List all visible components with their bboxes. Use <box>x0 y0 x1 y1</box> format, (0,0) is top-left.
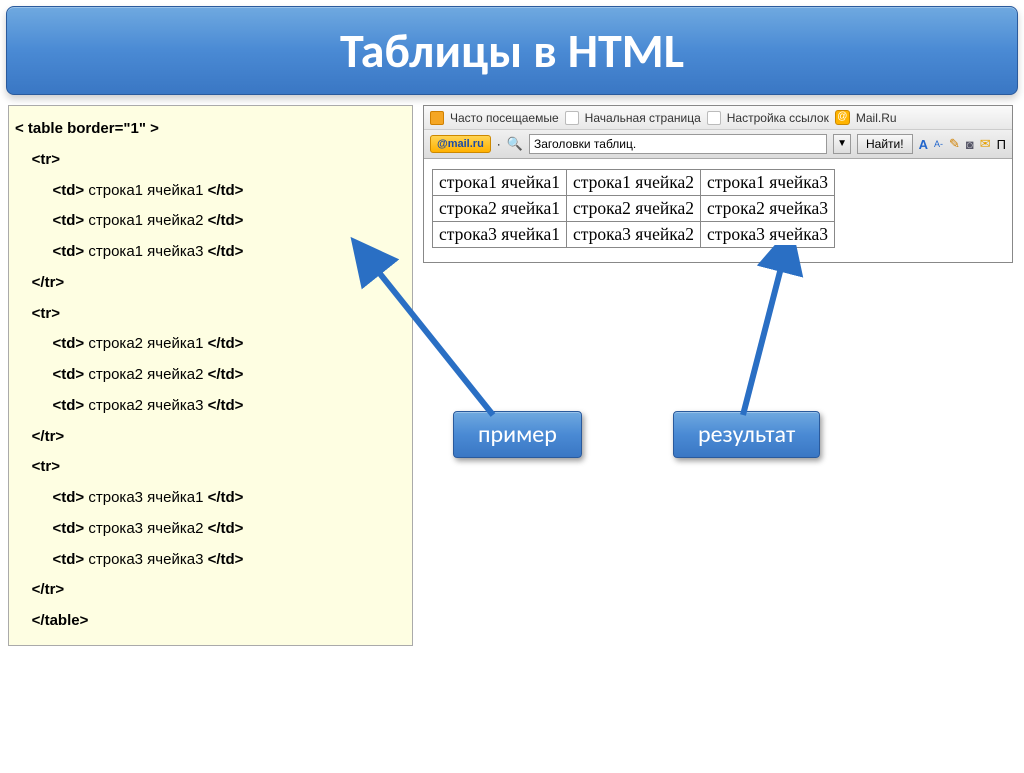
result-output: строка1 ячейка1 строка1 ячейка2 строка1 … <box>424 159 1012 262</box>
code-text: строка2 ячейка3 <box>88 397 203 414</box>
find-button[interactable]: Найти! <box>857 134 913 154</box>
content-area: < table border="1" > <tr> <td> строка1 я… <box>0 105 1024 646</box>
toolbar-text: П <box>997 137 1006 152</box>
code-text: </td> <box>208 489 244 506</box>
table-cell: строка2 ячейка2 <box>567 196 701 222</box>
table-cell: строка3 ячейка1 <box>433 222 567 248</box>
code-example-panel: < table border="1" > <tr> <td> строка1 я… <box>8 105 413 646</box>
code-text: строка3 ячейка3 <box>88 551 203 568</box>
browser-search-toolbar: @mail.ru · 🔍 ▼ Найти! A A- ✎ ◙ ✉ П <box>424 130 1012 159</box>
arrow-icon <box>703 245 823 435</box>
table-cell: строка1 ячейка2 <box>567 170 701 196</box>
text-size-minus-icon: A- <box>934 139 943 149</box>
code-text: </td> <box>208 520 244 537</box>
search-icon[interactable]: 🔍 <box>507 136 523 152</box>
code-text: <tr> <box>32 305 60 322</box>
code-text: </tr> <box>32 428 65 445</box>
code-text: <td> <box>53 182 85 199</box>
toolbar-link[interactable]: Начальная страница <box>585 111 701 125</box>
code-text: </table> <box>32 612 89 629</box>
code-text: строка1 ячейка2 <box>88 212 203 229</box>
code-text: </td> <box>208 182 244 199</box>
code-text: <td> <box>53 520 85 537</box>
table-row: строка3 ячейка1 строка3 ячейка2 строка3 … <box>433 222 835 248</box>
code-text: строка3 ячейка1 <box>88 489 203 506</box>
mailru-badge[interactable]: @mail.ru <box>430 135 491 153</box>
code-text: </td> <box>208 551 244 568</box>
table-row: строка2 ячейка1 строка2 ячейка2 строка2 … <box>433 196 835 222</box>
table-cell: строка3 ячейка3 <box>701 222 835 248</box>
table-cell: строка2 ячейка1 <box>433 196 567 222</box>
code-text: строка1 ячейка3 <box>88 243 203 260</box>
pencil-icon[interactable]: ✎ <box>949 136 960 152</box>
bookmark-icon[interactable] <box>707 111 721 125</box>
code-text: <tr> <box>32 458 60 475</box>
result-label: результат <box>673 411 820 458</box>
code-text: </td> <box>208 212 244 229</box>
toolbar-link[interactable]: Настройка ссылок <box>727 111 829 125</box>
toolbar-link[interactable]: Mail.Ru <box>856 111 897 125</box>
code-text: </td> <box>208 243 244 260</box>
slide-title: Таблицы в HTML <box>6 6 1018 95</box>
search-input[interactable] <box>529 134 827 154</box>
result-panel: Часто посещаемые Начальная страница Наст… <box>423 105 1016 646</box>
table-cell: строка1 ячейка1 <box>433 170 567 196</box>
table-row: строка1 ячейка1 строка1 ячейка2 строка1 … <box>433 170 835 196</box>
mailru-icon[interactable]: @ <box>835 110 850 125</box>
code-text: <td> <box>53 366 85 383</box>
code-text: </td> <box>208 335 244 352</box>
code-text: </td> <box>208 397 244 414</box>
mail-icon[interactable]: ✉ <box>980 136 991 152</box>
text-size-icon[interactable]: A <box>919 137 928 152</box>
rendered-table: строка1 ячейка1 строка1 ячейка2 строка1 … <box>432 169 835 248</box>
code-text: строка3 ячейка2 <box>88 520 203 537</box>
code-text: <td> <box>53 335 85 352</box>
code-text: < table border="1" > <box>15 120 159 137</box>
code-text: <td> <box>53 489 85 506</box>
separator-icon: · <box>497 137 501 151</box>
bookmark-icon[interactable] <box>430 111 444 125</box>
camera-icon[interactable]: ◙ <box>966 137 974 152</box>
code-text: <td> <box>53 397 85 414</box>
browser-window: Часто посещаемые Начальная страница Наст… <box>423 105 1013 263</box>
code-text: строка2 ячейка1 <box>88 335 203 352</box>
table-cell: строка3 ячейка2 <box>567 222 701 248</box>
code-text: <tr> <box>32 151 60 168</box>
table-cell: строка2 ячейка3 <box>701 196 835 222</box>
code-text: </td> <box>208 366 244 383</box>
bookmark-icon[interactable] <box>565 111 579 125</box>
code-text: <td> <box>53 551 85 568</box>
code-text: <td> <box>53 212 85 229</box>
browser-bookmarks-toolbar: Часто посещаемые Начальная страница Наст… <box>424 106 1012 130</box>
code-text: <td> <box>53 243 85 260</box>
example-label: пример <box>453 411 582 458</box>
code-text: строка2 ячейка2 <box>88 366 203 383</box>
code-text: </tr> <box>32 581 65 598</box>
table-cell: строка1 ячейка3 <box>701 170 835 196</box>
toolbar-link[interactable]: Часто посещаемые <box>450 111 559 125</box>
code-text: строка1 ячейка1 <box>88 182 203 199</box>
dropdown-button[interactable]: ▼ <box>833 134 851 154</box>
code-text: </tr> <box>32 274 65 291</box>
